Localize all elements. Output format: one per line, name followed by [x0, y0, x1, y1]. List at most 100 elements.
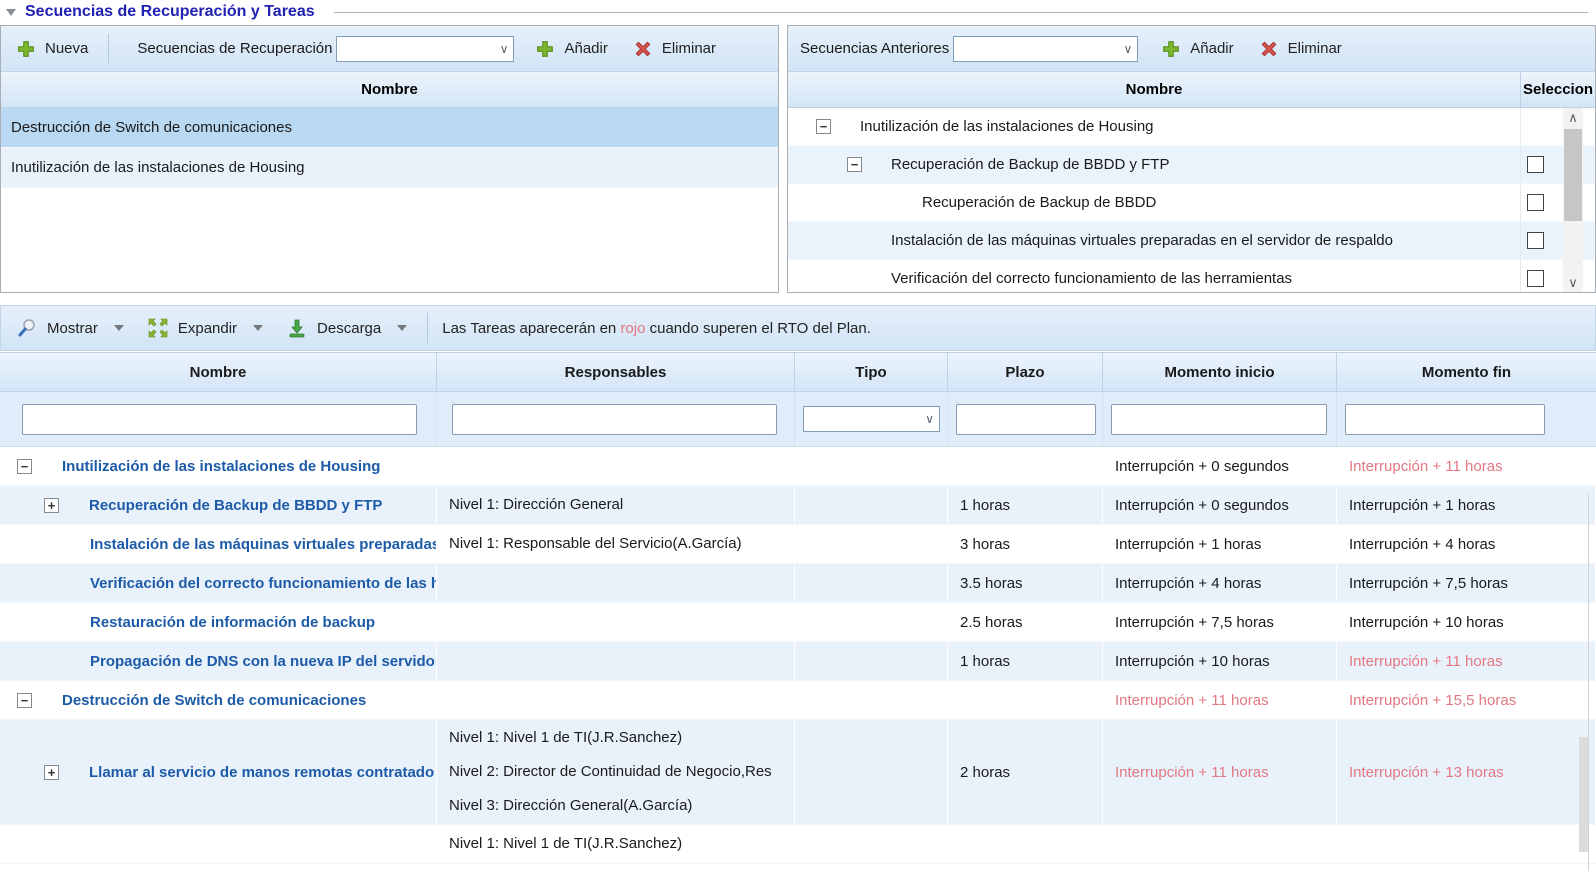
task-name: Recuperación de Backup de BBDD y FTP	[89, 497, 382, 514]
delete-previous-label: Eliminar	[1288, 40, 1342, 57]
select-checkbox[interactable]	[1527, 156, 1544, 173]
expander-minus-icon[interactable]: −	[847, 157, 862, 172]
add-sequence-label: Añadir	[564, 40, 607, 57]
tree-name-cell: Instalación de las máquinas virtuales pr…	[788, 232, 1520, 249]
expand-menu-label: Expandir	[178, 320, 237, 337]
rto-info-text: Las Tareas aparecerán en rojo cuando sup…	[442, 320, 871, 337]
previous-sequence-row[interactable]: −Recuperación de Backup de BBDD y FTP	[788, 146, 1595, 184]
tasks-filter-row: ∨	[0, 392, 1596, 447]
expand-menu-button[interactable]: Expandir	[142, 314, 269, 342]
task-row[interactable]: Verificación del correcto funcionamiento…	[0, 564, 1596, 603]
scrollbar-thumb[interactable]	[1564, 129, 1582, 221]
expander-plus-icon[interactable]: +	[44, 765, 59, 780]
collapse-section-icon[interactable]	[6, 9, 16, 16]
select-checkbox[interactable]	[1527, 194, 1544, 211]
momento-fin-cell: Interrupción + 11 horas	[1337, 447, 1596, 485]
responsables-cell: Nivel 1: Nivel 1 de TI(J.R.Sanchez)Nivel…	[437, 720, 795, 824]
download-menu-label: Descarga	[317, 320, 381, 337]
responsables-cell	[437, 681, 795, 719]
responsable-line: Nivel 1: Nivel 1 de TI(J.R.Sanchez)	[449, 721, 682, 755]
expander-minus-icon[interactable]: −	[816, 119, 831, 134]
recovery-sequence-combo-label: Secuencias de Recuperación	[137, 40, 332, 57]
delete-sequence-button[interactable]: Eliminar	[628, 36, 722, 62]
momento-inicio-cell: Interrupción + 4 horas	[1103, 564, 1337, 602]
tasks-panel: Mostrar Expandir	[0, 305, 1596, 871]
x-delete-icon	[634, 40, 652, 58]
task-row[interactable]: −Destrucción de Switch de comunicaciones…	[0, 681, 1596, 720]
responsable-line: Nivel 3: Dirección General(A.García)	[449, 789, 692, 823]
previous-sequence-row[interactable]: Verificación del correcto funcionamiento…	[788, 260, 1595, 292]
momento-fin-cell: Interrupción + 4 horas	[1337, 525, 1596, 563]
expand-icon	[148, 318, 168, 338]
add-sequence-button[interactable]: Añadir	[530, 36, 613, 62]
sequence-row[interactable]: Destrucción de Switch de comunicaciones	[1, 108, 778, 148]
filter-responsables-input[interactable]	[452, 404, 777, 435]
expander-plus-icon[interactable]: +	[44, 498, 59, 513]
task-row[interactable]: Instalación de las máquinas virtuales pr…	[0, 525, 1596, 564]
add-previous-button[interactable]: Añadir	[1156, 36, 1239, 62]
column-header-seleccion: Seleccion	[1520, 72, 1595, 107]
responsable-line: Nivel 1: Nivel 1 de TI(J.R.Sanchez)	[449, 827, 682, 861]
momento-inicio-cell: Interrupción + 11 horas	[1103, 720, 1337, 824]
filter-nombre-input[interactable]	[22, 404, 417, 435]
select-checkbox[interactable]	[1527, 232, 1544, 249]
responsable-line: Nivel 2: Director de Continuidad de Nego…	[449, 755, 772, 789]
task-row[interactable]: Nivel 1: Nivel 1 de TI(J.R.Sanchez)	[0, 825, 1596, 864]
previous-sequence-row[interactable]: − Inutilización de las instalaciones de H…	[788, 108, 1595, 146]
delete-previous-button[interactable]: Eliminar	[1254, 36, 1348, 62]
filter-tipo-select[interactable]	[803, 406, 940, 432]
momento-fin-cell: Interrupción + 13 horas	[1337, 720, 1596, 824]
section-title-bar: Secuencias de Recuperación y Tareas	[0, 0, 1596, 24]
tasks-grid-header: Nombre Responsables Tipo Plazo Momento i…	[0, 352, 1596, 392]
expander-minus-icon[interactable]: −	[17, 459, 32, 474]
tipo-cell	[795, 642, 948, 680]
tasks-toolbar: Mostrar Expandir	[0, 305, 1596, 351]
delete-sequence-label: Eliminar	[662, 40, 716, 57]
sequence-name: Verificación del correcto funcionamiento…	[891, 270, 1292, 287]
new-sequence-button[interactable]: Nueva	[11, 36, 94, 62]
plazo-cell: 2 horas	[948, 720, 1103, 824]
task-row[interactable]: +Llamar al servicio de manos remotas con…	[0, 720, 1596, 825]
responsables-cell: Nivel 1: Dirección General	[437, 486, 795, 524]
select-cell	[1520, 184, 1595, 221]
recovery-sequences-page: Secuencias de Recuperación y Tareas Nuev…	[0, 0, 1596, 871]
task-name-cell: Restauración de información de backup	[0, 603, 437, 641]
task-name: Verificación del correcto funcionamiento…	[90, 575, 437, 592]
task-row[interactable]: −Inutilización de las instalaciones de H…	[0, 447, 1596, 486]
responsables-cell	[437, 642, 795, 680]
plazo-cell: 1 horas	[948, 486, 1103, 524]
task-name-cell: −Inutilización de las instalaciones de H…	[0, 447, 437, 485]
scroll-up-icon[interactable]: ∧	[1563, 108, 1583, 127]
plazo-cell: 1 horas	[948, 642, 1103, 680]
filter-plazo-input[interactable]	[956, 404, 1096, 435]
momento-inicio-cell: Interrupción + 0 segundos	[1103, 447, 1337, 485]
filter-momento-inicio-input[interactable]	[1111, 404, 1327, 435]
new-sequence-label: Nueva	[45, 40, 88, 57]
tree-name-cell: − Inutilización de las instalaciones de H…	[788, 118, 1520, 135]
task-row[interactable]: Propagación de DNS con la nueva IP del s…	[0, 642, 1596, 681]
show-menu-button[interactable]: Mostrar	[11, 314, 130, 342]
x-delete-icon	[1260, 40, 1278, 58]
recovery-sequence-select[interactable]	[336, 36, 514, 62]
sequence-row[interactable]: Inutilización de las instalaciones de Ho…	[1, 148, 778, 188]
previous-sequence-row[interactable]: Instalación de las máquinas virtuales pr…	[788, 222, 1595, 260]
filter-momento-fin-input[interactable]	[1345, 404, 1545, 435]
previous-sequence-row[interactable]: Recuperación de Backup de BBDD	[788, 184, 1595, 222]
left-rows-area: Destrucción de Switch de comunicacionesI…	[1, 108, 778, 292]
tipo-cell	[795, 603, 948, 641]
previous-sequence-select[interactable]	[953, 36, 1138, 62]
chevron-down-icon	[253, 325, 263, 331]
download-menu-button[interactable]: Descarga	[281, 314, 413, 342]
task-row[interactable]: + Recuperación de Backup de BBDD y FTP Niv…	[0, 486, 1596, 525]
scroll-down-icon[interactable]: ∨	[1563, 273, 1583, 292]
responsables-cell	[437, 447, 795, 485]
expander-minus-icon[interactable]: −	[17, 693, 32, 708]
tipo-cell	[795, 564, 948, 602]
sequence-name: Inutilización de las instalaciones de Ho…	[860, 118, 1154, 135]
tree-name-cell: Recuperación de Backup de BBDD	[788, 194, 1520, 211]
right-grid-header: Nombre Seleccion	[788, 72, 1595, 108]
plus-icon	[536, 40, 554, 58]
tasks-scrollbar-thumb[interactable]	[1579, 737, 1588, 852]
task-row[interactable]: Restauración de información de backup2.5…	[0, 603, 1596, 642]
select-checkbox[interactable]	[1527, 270, 1544, 287]
